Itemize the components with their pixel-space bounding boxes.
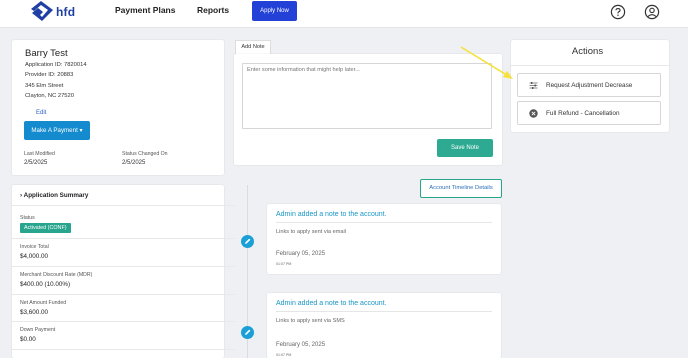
customer-name: Barry Test xyxy=(25,48,68,59)
provider-id: Provider ID: 20883 xyxy=(25,72,74,78)
divider xyxy=(12,238,235,239)
status-changed-value: 2/5/2025 xyxy=(122,160,146,166)
application-id: Application ID: 7820014 xyxy=(25,62,87,68)
mdr-value: $400.00 (10.00%) xyxy=(20,281,71,288)
timeline-edit-icon[interactable] xyxy=(241,235,254,248)
top-nav: hfd Payment Plans Reports Apply Now xyxy=(0,0,688,28)
down-payment-value: $0.00 xyxy=(20,336,36,343)
timeline-entry-title[interactable]: Admin added a note to the account. xyxy=(276,211,387,218)
application-summary-card: › Application Summary Status Activated (… xyxy=(12,185,235,358)
add-note-card: Save Note xyxy=(234,54,502,165)
down-payment-label: Down Payment xyxy=(20,327,56,333)
actions-title: Actions xyxy=(571,46,604,57)
sliders-icon xyxy=(529,82,538,89)
account-timeline-details-button[interactable]: Account Timeline Details xyxy=(420,179,502,198)
divider xyxy=(511,65,669,66)
make-payment-button[interactable]: Make A Payment ▾ xyxy=(24,121,90,140)
tab-add-note[interactable]: Add Note xyxy=(235,40,271,54)
timeline-entry-time: 01:07 PM xyxy=(276,262,292,266)
customer-profile-card: Barry Test Application ID: 7820014 Provi… xyxy=(12,40,224,175)
street-address: 345 Elm Street xyxy=(25,83,64,89)
timeline-entry-date: February 05, 2025 xyxy=(276,251,326,257)
timeline-entry-title[interactable]: Admin added a note to the account. xyxy=(276,300,387,307)
divider xyxy=(12,266,235,267)
timeline-entry-date: February 05, 2025 xyxy=(276,342,326,348)
save-note-button[interactable]: Save Note xyxy=(437,139,493,157)
last-modified-value: 2/5/2025 xyxy=(24,160,48,166)
nav-link-reports[interactable]: Reports xyxy=(197,5,229,15)
chevron-right-icon: › xyxy=(20,192,23,199)
status-changed-label: Status Changed On xyxy=(122,151,168,157)
status-label: Status xyxy=(20,215,35,221)
request-adjustment-decrease-label: Request Adjustment Decrease xyxy=(546,82,633,89)
caret-down-icon: ▾ xyxy=(79,127,83,134)
full-refund-cancellation-label: Full Refund - Cancellation xyxy=(546,110,620,117)
user-circle-icon[interactable] xyxy=(644,4,660,20)
apply-now-button[interactable]: Apply Now xyxy=(252,1,297,21)
divider xyxy=(276,311,492,312)
timeline-entry: Admin added a note to the account. Links… xyxy=(267,293,501,358)
application-summary-title: Application Summary xyxy=(23,192,89,199)
timeline-entry-text: Links to apply sent via email xyxy=(276,229,346,235)
divider xyxy=(12,321,235,322)
net-amount-value: $3,600.00 xyxy=(20,309,49,316)
application-summary-toggle[interactable]: › Application Summary xyxy=(20,192,88,199)
note-input[interactable] xyxy=(242,63,492,129)
cancel-circle-icon xyxy=(529,109,538,118)
invoice-total-label: Invoice Total xyxy=(20,244,49,250)
help-circle-icon[interactable] xyxy=(610,4,626,20)
nav-link-payment-plans[interactable]: Payment Plans xyxy=(115,5,175,15)
timeline-edit-icon[interactable] xyxy=(241,326,254,339)
divider xyxy=(12,294,235,295)
make-payment-label: Make A Payment xyxy=(31,127,78,134)
mdr-label: Merchant Discount Rate (MDR) xyxy=(20,272,93,278)
full-refund-cancellation-button[interactable]: Full Refund - Cancellation xyxy=(517,101,661,125)
invoice-total-value: $4,000.00 xyxy=(20,253,49,260)
divider xyxy=(12,205,235,206)
divider xyxy=(12,349,235,350)
timeline-entry-text: Links to apply sent via SMS xyxy=(276,318,345,324)
request-adjustment-decrease-button[interactable]: Request Adjustment Decrease xyxy=(517,73,661,97)
divider xyxy=(276,222,492,223)
city-state-zip: Clayton, NC 27520 xyxy=(25,93,74,99)
logo-text[interactable]: hfd xyxy=(56,5,75,19)
last-modified-label: Last Modified xyxy=(24,151,55,157)
timeline-entry-time: 01:07 PM xyxy=(276,353,292,357)
timeline-entry: Admin added a note to the account. Links… xyxy=(267,204,501,274)
net-amount-label: Net Amount Funded xyxy=(20,300,67,306)
edit-link[interactable]: Edit xyxy=(36,110,46,116)
actions-card: Actions Request Adjustment Decrease Full… xyxy=(511,40,669,132)
status-badge: Activated (CONF) xyxy=(20,223,71,233)
hfd-logo-icon[interactable] xyxy=(28,0,54,22)
